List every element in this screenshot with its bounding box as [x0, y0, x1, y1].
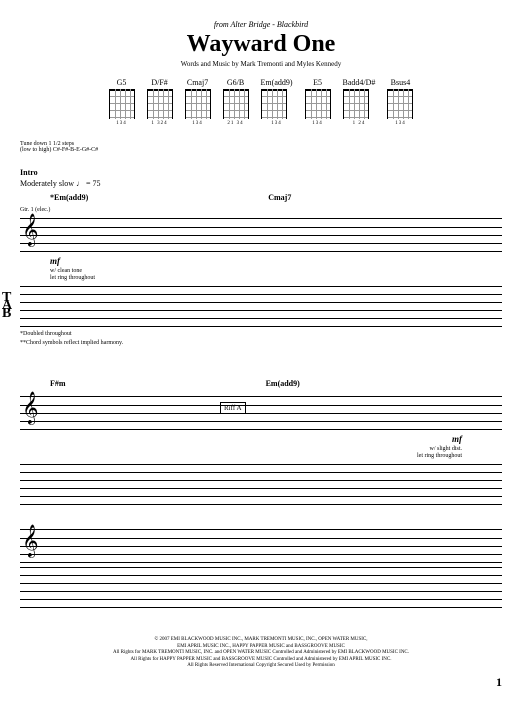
chord-diagram: D/F# 1 324 — [147, 78, 173, 126]
section-label: Intro — [20, 168, 502, 177]
tablature-staff — [20, 567, 502, 607]
chord-name: Bsus4 — [387, 78, 413, 87]
performance-instruction: let ring throughout — [20, 453, 462, 459]
chord-diagram: G5 134 — [109, 78, 135, 126]
tablature-staff — [20, 464, 502, 504]
footnote: **Chord symbols reflect implied harmony. — [20, 340, 502, 346]
chord-name: G5 — [109, 78, 135, 87]
chord-diagram: Badd4/D# 1 24 — [343, 78, 376, 126]
standard-notation-staff: 𝄞 Riff A — [20, 396, 502, 429]
tablature-staff: TAB — [20, 286, 502, 326]
chord-fingering: 134 — [305, 121, 331, 126]
chord-fingering: 134 — [387, 121, 413, 126]
chord-diagram: G6/B 21 34 — [223, 78, 249, 126]
chord-name: G6/B — [223, 78, 249, 87]
standard-notation-staff: 𝄞 — [20, 218, 502, 251]
performance-instruction: w/ slight dist. — [20, 446, 462, 452]
chord-diagram-row: G5 134 D/F# 1 324 Cmaj7 134 G6/B 21 34 E… — [20, 78, 502, 126]
tab-label-icon: TAB — [2, 294, 12, 318]
chord-fingering: 21 34 — [223, 121, 249, 126]
chord-symbol: Cmaj7 — [268, 193, 291, 202]
chord-fingering: 134 — [261, 121, 293, 126]
tempo-marking: Moderately slow ♩ = 75 — [20, 179, 502, 188]
chord-diagram: Bsus4 134 — [387, 78, 413, 126]
chord-diagram: Cmaj7 134 — [185, 78, 211, 126]
songwriter-credits: Words and Music by Mark Tremonti and Myl… — [20, 60, 502, 68]
chord-fingering: 1 24 — [343, 121, 376, 126]
chord-grid — [261, 89, 287, 119]
chord-grid — [343, 89, 369, 119]
standard-notation-staff: 𝄞 — [20, 529, 502, 562]
page-number: 1 — [20, 675, 502, 690]
tuning-line: (low to high) C#-F#-B-E-G#-C# — [20, 147, 502, 153]
dynamic-marking: mf — [20, 434, 462, 444]
chord-diagram: E5 134 — [305, 78, 331, 126]
notation-system-1: Intro Moderately slow ♩ = 75 *Em(add9) C… — [20, 168, 502, 346]
notation-system-2: F#m Em(add9) 𝄞 Riff A mf w/ slight dist.… — [20, 376, 502, 607]
chord-symbol: Em(add9) — [266, 379, 300, 388]
chord-symbol: F#m — [50, 379, 66, 388]
chord-fingering: 1 324 — [147, 121, 173, 126]
chord-name: D/F# — [147, 78, 173, 87]
chord-name: Cmaj7 — [185, 78, 211, 87]
chord-symbol: *Em(add9) — [50, 193, 88, 202]
chord-grid — [147, 89, 173, 119]
chord-grid — [185, 89, 211, 119]
chord-grid — [223, 89, 249, 119]
chord-grid — [305, 89, 331, 119]
performance-instruction: let ring throughout — [50, 275, 502, 281]
tuning-instruction: Tune down 1 1/2 steps (low to high) C#-F… — [20, 141, 502, 153]
copyright-line: All Rights Reserved International Copyri… — [20, 663, 502, 670]
copyright-notice: © 2007 EMI BLACKWOOD MUSIC INC., MARK TR… — [20, 637, 502, 670]
performance-instruction: w/ clean tone — [50, 268, 502, 274]
chord-name: Em(add9) — [261, 78, 293, 87]
chord-diagram: Em(add9) 134 — [261, 78, 293, 126]
song-title: Wayward One — [20, 31, 502, 58]
chord-name: E5 — [305, 78, 331, 87]
chord-fingering: 134 — [109, 121, 135, 126]
chord-fingering: 134 — [185, 121, 211, 126]
chord-name: Badd4/D# — [343, 78, 376, 87]
dynamic-marking: mf — [50, 256, 502, 266]
chord-grid — [387, 89, 413, 119]
chord-grid — [109, 89, 135, 119]
footnote: *Doubled throughout — [20, 331, 502, 337]
guitar-label: Gtr. 1 (elec.) — [20, 207, 502, 213]
source-album: from Alter Bridge - Blackbird — [20, 20, 502, 29]
